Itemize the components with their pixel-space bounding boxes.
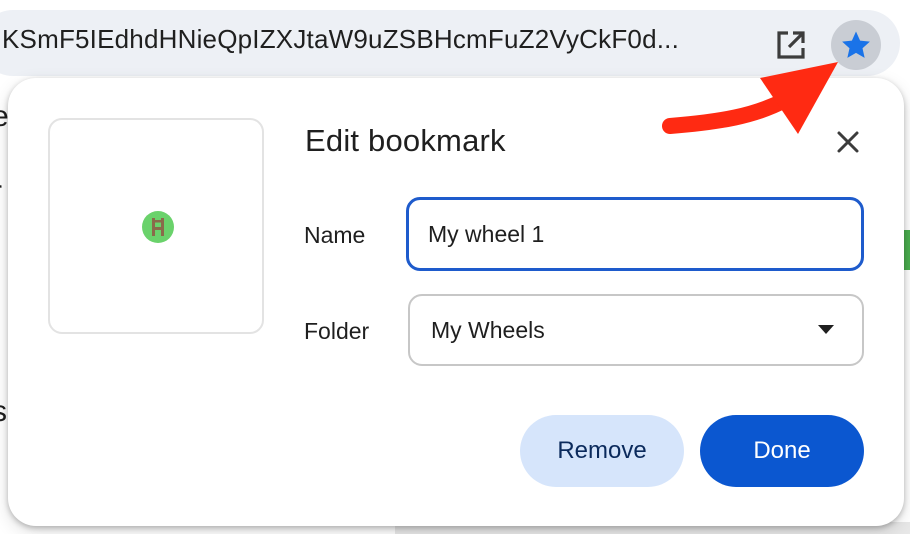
folder-label: Folder [304, 318, 370, 344]
done-button[interactable]: Done [700, 415, 864, 487]
chevron-down-icon [818, 325, 834, 334]
url-text[interactable]: KSmF5IEdhdHNieQpIZXJtaW9uZSBHcmFuZ2VyCkF… [2, 24, 762, 64]
folder-select[interactable]: My Wheels [408, 294, 864, 366]
annotation-arrow-icon [662, 62, 838, 134]
background-text-fragment: s [0, 395, 7, 429]
chair-favicon-icon [142, 211, 174, 243]
background-text-fragment: r [0, 175, 2, 209]
remove-button[interactable]: Remove [520, 415, 684, 487]
folder-selected-value: My Wheels [431, 317, 545, 343]
bookmark-thumbnail [48, 118, 264, 334]
name-label: Name [304, 222, 366, 248]
name-input[interactable] [406, 197, 864, 271]
dialog-title: Edit bookmark [305, 123, 506, 158]
